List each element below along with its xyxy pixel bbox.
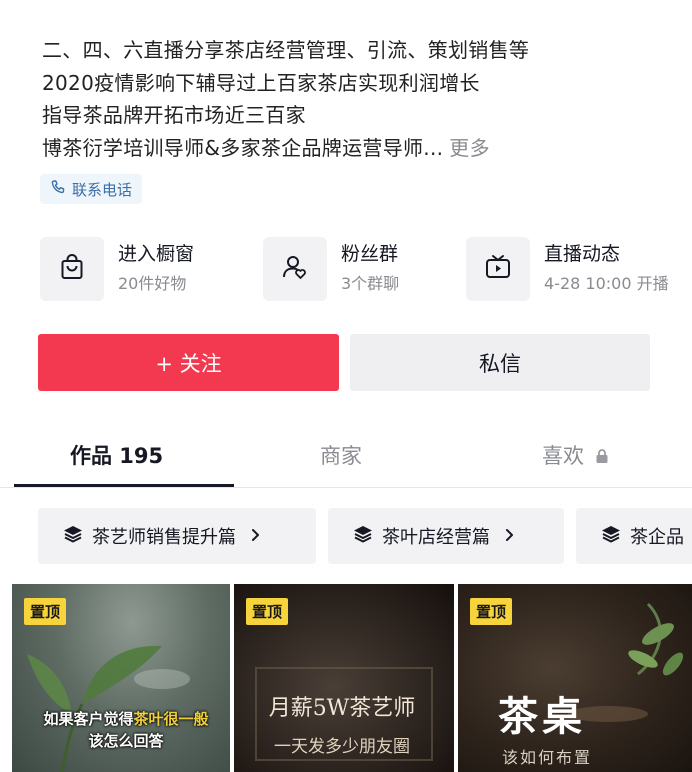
quick-title: 粉丝群 — [341, 243, 399, 265]
bio-line: 2020疫情影响下辅导过上百家茶店实现利润增长 — [42, 70, 480, 95]
video-caption: 月薪5W茶艺师 — [268, 696, 416, 721]
collection-chip[interactable]: 茶企品 — [576, 508, 692, 564]
fan-group-icon — [280, 252, 310, 286]
follow-button[interactable]: + 关注 — [38, 334, 339, 391]
layers-icon — [600, 523, 622, 549]
video-thumbnail[interactable]: 置顶 茶桌 该如何布置 — [458, 584, 692, 772]
quick-title: 进入橱窗 — [118, 243, 195, 265]
chevron-right-icon — [504, 527, 514, 546]
layers-icon — [352, 523, 374, 549]
content-tabs: 作品 195 商家 喜欢 — [0, 430, 692, 488]
collection-chip[interactable]: 茶艺师销售提升篇 — [38, 508, 316, 564]
collection-chip-label: 茶企品 — [630, 527, 684, 548]
message-button[interactable]: 私信 — [350, 334, 650, 391]
quick-subtitle: 4-28 10:00 开播 — [544, 274, 669, 293]
collection-chip[interactable]: 茶叶店经营篇 — [328, 508, 564, 564]
quick-actions: 进入橱窗 20件好物 粉丝群 3个群聊 直播动态 4-28 10:00 开播 — [0, 236, 692, 304]
bio-line: 博茶衍学培训导师&多家茶企品牌运营导师... 更多 — [42, 132, 682, 165]
collection-chip-label: 茶艺师销售提升篇 — [92, 527, 236, 548]
caption-text: 如果客户觉得 — [43, 710, 134, 728]
collection-chip-label: 茶叶店经营篇 — [382, 527, 490, 548]
collection-chips: 茶艺师销售提升篇 茶叶店经营篇 茶企品 — [0, 508, 692, 566]
video-thumbnail[interactable]: 置顶 如果客户觉得茶叶很一般 该怎么回答 — [12, 584, 230, 772]
video-grid: 置顶 如果客户觉得茶叶很一般 该怎么回答 置顶 月薪5W茶艺师 一天发多少朋友圈… — [12, 584, 692, 772]
showcase-entry[interactable]: 进入橱窗 20件好物 — [40, 236, 194, 302]
tab-works[interactable]: 作品 195 — [70, 440, 163, 470]
profile-screen: 二、四、六直播分享茶店经营管理、引流、策划销售等 2020疫情影响下辅导过上百家… — [0, 0, 692, 772]
bio-line: 指导茶品牌开拓市场近三百家 — [42, 103, 306, 127]
lock-icon — [595, 445, 609, 469]
pinned-badge: 置顶 — [24, 598, 67, 625]
pinned-badge: 置顶 — [246, 598, 289, 625]
icon-box — [466, 237, 530, 301]
live-schedule-entry[interactable]: 直播动态 4-28 10:00 开播 — [466, 236, 669, 302]
quick-meta: 直播动态 4-28 10:00 开播 — [544, 241, 669, 297]
pinned-badge: 置顶 — [470, 598, 513, 625]
icon-box — [263, 237, 327, 301]
video-thumbnail[interactable]: 置顶 月薪5W茶艺师 一天发多少朋友圈 — [234, 584, 454, 772]
bio-line: 二、四、六直播分享茶店经营管理、引流、策划销售等 — [42, 38, 530, 62]
tab-likes[interactable]: 喜欢 — [542, 440, 609, 470]
shopping-bag-icon — [57, 252, 87, 286]
quick-title: 直播动态 — [544, 243, 621, 265]
layers-icon — [62, 523, 84, 549]
fan-group-entry[interactable]: 粉丝群 3个群聊 — [263, 236, 399, 302]
quick-subtitle: 20件好物 — [118, 274, 187, 293]
tab-likes-label: 喜欢 — [542, 444, 584, 468]
video-caption: 一天发多少朋友圈 — [274, 737, 410, 757]
video-caption: 如果客户觉得茶叶很一般 — [22, 708, 230, 729]
bio-line-text: 博茶衍学培训导师&多家茶企品牌运营导师... — [42, 135, 444, 160]
video-caption: 该如何布置 — [502, 748, 593, 767]
quick-meta: 进入橱窗 20件好物 — [118, 241, 194, 297]
contact-phone-chip[interactable]: 联系电话 — [40, 174, 143, 204]
quick-meta: 粉丝群 3个群聊 — [341, 241, 399, 297]
video-caption: 该怎么回答 — [88, 732, 164, 750]
tab-merchant[interactable]: 商家 — [320, 440, 362, 470]
phone-icon — [50, 179, 66, 199]
bio-more-link[interactable]: 更多 — [449, 136, 490, 160]
caption-highlight: 茶叶很一般 — [133, 710, 209, 728]
video-caption: 茶桌 — [498, 693, 586, 740]
quick-subtitle: 3个群聊 — [341, 274, 400, 293]
profile-bio: 二、四、六直播分享茶店经营管理、引流、策划销售等 2020疫情影响下辅导过上百家… — [42, 34, 682, 164]
tv-live-icon — [483, 252, 513, 286]
contact-phone-label: 联系电话 — [72, 180, 133, 199]
chevron-right-icon — [250, 527, 260, 546]
icon-box — [40, 237, 104, 301]
tab-divider — [0, 487, 692, 488]
